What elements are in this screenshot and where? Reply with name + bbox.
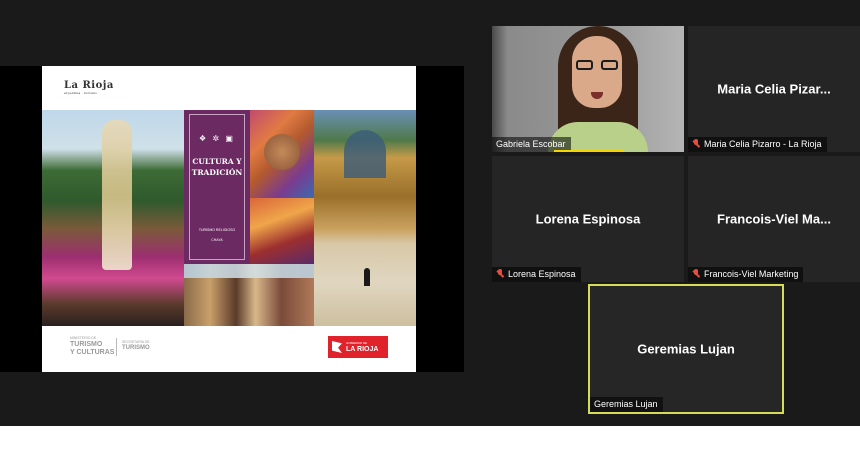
- ministry-line1: TURISMO: [70, 341, 103, 348]
- participant-display-name: Geremias Lujan: [637, 341, 735, 357]
- participant-tile-maria[interactable]: Maria Celia Pizar... Maria Celia Pizarro…: [688, 26, 860, 152]
- participant-label: Maria Celia Pizarro - La Rioja: [688, 137, 827, 152]
- mic-muted-icon: [496, 269, 504, 278]
- crowd-photo: [184, 264, 314, 326]
- participant-name: Gabriela Escobar: [496, 139, 566, 149]
- logo-subtext: argentina · turismo: [64, 91, 98, 95]
- participant-label: Lorena Espinosa: [492, 267, 581, 282]
- participant-display-name: Maria Celia Pizar...: [717, 81, 831, 97]
- church-photo: [314, 110, 416, 326]
- panel-icons: ❖ ✲ ▣: [199, 134, 235, 143]
- secretaria-logo: SECRETARÍA DE TURISMO: [122, 340, 150, 352]
- participant-tile-geremias[interactable]: Geremias Lujan Geremias Lujan: [588, 284, 784, 414]
- hands-photo: [250, 110, 314, 198]
- panel-subtitle: TURISMO RELIGIOSO: [198, 228, 236, 232]
- active-speaker-indicator: [554, 150, 624, 152]
- participant-name: Geremias Lujan: [594, 399, 658, 409]
- participant-tile-lorena[interactable]: Lorena Espinosa Lorena Espinosa: [492, 156, 684, 282]
- participant-label: Geremias Lujan: [590, 397, 663, 412]
- panel-title: CULTURA Y TRADICIÓN: [191, 157, 243, 177]
- meeting-stage: La Rioja argentina · turismo ❖ ✲ ▣ CULTU…: [0, 0, 860, 426]
- ministry-logo: MINISTERIO DE TURISMO Y CULTURAS: [70, 336, 114, 357]
- screen-share-area[interactable]: La Rioja argentina · turismo ❖ ✲ ▣ CULTU…: [0, 66, 464, 372]
- panel-subtitle-2: CHAYA: [211, 238, 223, 242]
- mic-muted-icon: [692, 269, 700, 278]
- shared-slide: La Rioja argentina · turismo ❖ ✲ ▣ CULTU…: [42, 66, 416, 372]
- title-panel: ❖ ✲ ▣ CULTURA Y TRADICIÓN TURISMO RELIGI…: [184, 110, 250, 264]
- procession-photo: [42, 110, 184, 326]
- ministry-line2: Y CULTURAS: [70, 349, 115, 356]
- gov-logo-big: LA RIOJA: [346, 346, 379, 353]
- logo-text: La Rioja: [64, 80, 114, 91]
- gov-logo-small: GOBIERNO DE: [346, 341, 368, 345]
- textile-photo: [250, 198, 314, 264]
- participant-tile-gabriela[interactable]: Gabriela Escobar: [492, 26, 684, 152]
- gobierno-la-rioja-logo: GOBIERNO DE LA RIOJA: [328, 336, 388, 358]
- participant-name: Lorena Espinosa: [508, 269, 576, 279]
- la-rioja-logo: La Rioja argentina · turismo: [64, 80, 114, 95]
- glasses: [576, 60, 618, 70]
- photo-collage: ❖ ✲ ▣ CULTURA Y TRADICIÓN TURISMO RELIGI…: [42, 110, 416, 326]
- participant-display-name: Francois-Viel Ma...: [717, 211, 831, 227]
- participant-name: Maria Celia Pizarro - La Rioja: [704, 139, 822, 149]
- participant-name: Francois-Viel Marketing: [704, 269, 799, 279]
- footer-divider: [116, 338, 117, 356]
- bottom-margin: [0, 426, 860, 460]
- secretaria-line: TURISMO: [122, 345, 150, 351]
- slide-footer: MINISTERIO DE TURISMO Y CULTURAS SECRETA…: [42, 326, 416, 372]
- flag-icon: [332, 341, 342, 353]
- participant-tile-francois[interactable]: Francois-Viel Ma... Francois-Viel Market…: [688, 156, 860, 282]
- mic-muted-icon: [692, 139, 700, 148]
- participant-display-name: Lorena Espinosa: [535, 211, 641, 227]
- participant-label: Francois-Viel Marketing: [688, 267, 804, 282]
